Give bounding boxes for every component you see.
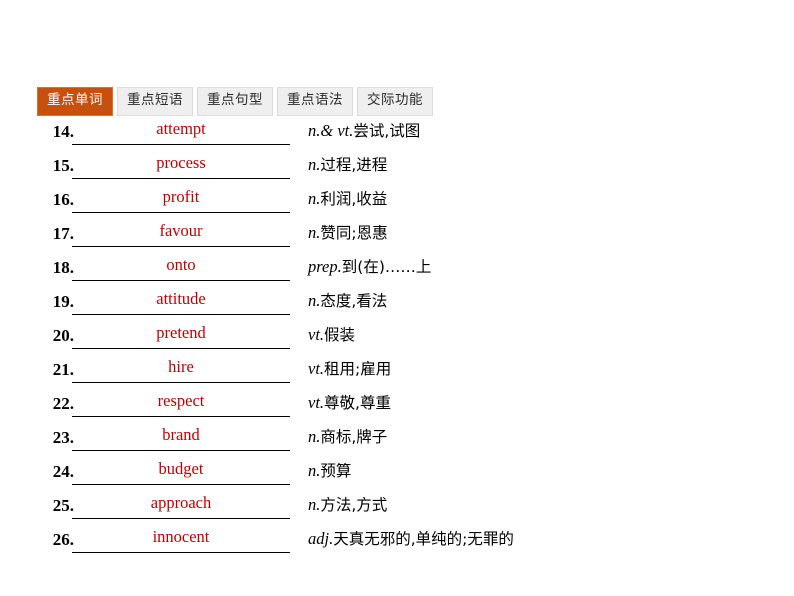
definition: vt.假装 <box>308 324 355 346</box>
vocabulary-row: 18. onto prep.到(在)……上 <box>40 253 760 287</box>
answer-text: onto <box>166 255 196 274</box>
answer-text: attempt <box>156 119 206 138</box>
answer-blank[interactable]: hire <box>72 355 290 383</box>
row-number: 26. <box>52 530 74 549</box>
answer-blank[interactable]: approach <box>72 491 290 519</box>
row-number: 14. <box>52 122 74 141</box>
definition: prep.到(在)……上 <box>308 256 431 278</box>
chinese-meaning: 假装 <box>324 326 356 344</box>
part-of-speech: n. <box>308 427 321 446</box>
answer-text: respect <box>157 391 205 410</box>
vocabulary-row: 22. respect vt.尊敬,尊重 <box>40 389 760 423</box>
part-of-speech: vt. <box>308 325 325 344</box>
part-of-speech: prep. <box>308 257 342 276</box>
answer-blank[interactable]: brand <box>72 423 290 451</box>
answer-blank[interactable]: respect <box>72 389 290 417</box>
part-of-speech: n. <box>308 223 321 242</box>
answer-blank[interactable]: profit <box>72 185 290 213</box>
definition: n.预算 <box>308 460 351 482</box>
definition: adj.天真无邪的,单纯的;无罪的 <box>308 528 514 550</box>
row-number: 17. <box>52 224 74 243</box>
part-of-speech: n.& vt. <box>308 121 354 140</box>
tab-1[interactable]: 重点单词 <box>37 87 113 116</box>
definition: n.利润,收益 <box>308 188 387 210</box>
part-of-speech: vt. <box>308 359 325 378</box>
chinese-meaning: 赞同;恩惠 <box>320 224 388 242</box>
definition: n.过程,进程 <box>308 154 387 176</box>
chinese-meaning: 租用;雇用 <box>324 360 392 378</box>
definition: vt.尊敬,尊重 <box>308 392 391 414</box>
row-number: 24. <box>52 462 74 481</box>
row-number: 16. <box>52 190 74 209</box>
tab-4[interactable]: 重点语法 <box>277 87 353 116</box>
definition: n.方法,方式 <box>308 494 387 516</box>
answer-text: pretend <box>156 323 206 342</box>
vocabulary-row: 21. hire vt.租用;雇用 <box>40 355 760 389</box>
answer-text: favour <box>159 221 203 240</box>
answer-blank[interactable]: onto <box>72 253 290 281</box>
chinese-meaning: 态度,看法 <box>320 292 388 310</box>
row-number: 19. <box>52 292 74 311</box>
definition: n.商标,牌子 <box>308 426 387 448</box>
chinese-meaning: 尝试,试图 <box>353 122 421 140</box>
chinese-meaning: 尊敬,尊重 <box>324 394 391 412</box>
vocabulary-row: 17. favour n.赞同;恩惠 <box>40 219 760 253</box>
vocabulary-row: 24. budget n.预算 <box>40 457 760 491</box>
answer-blank[interactable]: process <box>72 151 290 179</box>
definition: n.& vt.尝试,试图 <box>308 120 420 142</box>
vocabulary-list: 14. attempt n.& vt.尝试,试图 15. process n.过程,进程 1… <box>40 117 760 559</box>
row-number: 22. <box>52 394 74 413</box>
part-of-speech: n. <box>308 461 321 480</box>
chinese-meaning: 预算 <box>320 462 352 480</box>
chinese-meaning: 利润,收益 <box>320 190 388 208</box>
vocabulary-row: 26. innocent adj.天真无邪的,单纯的;无罪的 <box>40 525 760 559</box>
vocabulary-row: 25. approach n.方法,方式 <box>40 491 760 525</box>
tab-3[interactable]: 重点句型 <box>197 87 273 116</box>
answer-text: approach <box>150 493 212 512</box>
chinese-meaning: 商标,牌子 <box>320 428 388 446</box>
vocabulary-row: 14. attempt n.& vt.尝试,试图 <box>40 117 760 151</box>
row-number: 15. <box>52 156 74 175</box>
row-number: 20. <box>52 326 74 345</box>
row-number: 25. <box>52 496 74 515</box>
definition: n.态度,看法 <box>308 290 387 312</box>
part-of-speech: n. <box>308 189 321 208</box>
answer-text: profit <box>162 187 200 206</box>
answer-blank[interactable]: pretend <box>72 321 290 349</box>
answer-text: hire <box>168 357 194 376</box>
answer-blank[interactable]: innocent <box>72 525 290 553</box>
chinese-meaning: 方法,方式 <box>320 496 388 514</box>
part-of-speech: n. <box>308 155 321 174</box>
chinese-meaning: 过程,进程 <box>320 156 388 174</box>
answer-text: brand <box>162 425 200 444</box>
vocabulary-row: 16. profit n.利润,收益 <box>40 185 760 219</box>
vocabulary-row: 19. attitude n.态度,看法 <box>40 287 760 321</box>
tab-2[interactable]: 重点短语 <box>117 87 193 116</box>
definition: vt.租用;雇用 <box>308 358 391 380</box>
answer-text: innocent <box>152 527 210 546</box>
answer-blank[interactable]: attempt <box>72 117 290 145</box>
answer-blank[interactable]: budget <box>72 457 290 485</box>
answer-blank[interactable]: attitude <box>72 287 290 315</box>
answer-text: attitude <box>156 289 206 308</box>
part-of-speech: adj. <box>308 529 334 548</box>
answer-text: process <box>156 153 206 172</box>
answer-blank[interactable]: favour <box>72 219 290 247</box>
part-of-speech: n. <box>308 495 321 514</box>
tab-5[interactable]: 交际功能 <box>357 87 433 116</box>
definition: n.赞同;恩惠 <box>308 222 388 244</box>
part-of-speech: vt. <box>308 393 325 412</box>
vocabulary-row: 23. brand n.商标,牌子 <box>40 423 760 457</box>
part-of-speech: n. <box>308 291 321 310</box>
vocabulary-row: 20. pretend vt.假装 <box>40 321 760 355</box>
row-number: 21. <box>52 360 74 379</box>
vocabulary-row: 15. process n.过程,进程 <box>40 151 760 185</box>
chinese-meaning: 天真无邪的,单纯的;无罪的 <box>333 530 514 548</box>
row-number: 18. <box>52 258 74 277</box>
row-number: 23. <box>52 428 74 447</box>
tab-bar: 重点单词 重点短语 重点句型 重点语法 交际功能 <box>37 87 433 116</box>
answer-text: budget <box>158 459 204 478</box>
chinese-meaning: 到(在)……上 <box>341 258 432 276</box>
